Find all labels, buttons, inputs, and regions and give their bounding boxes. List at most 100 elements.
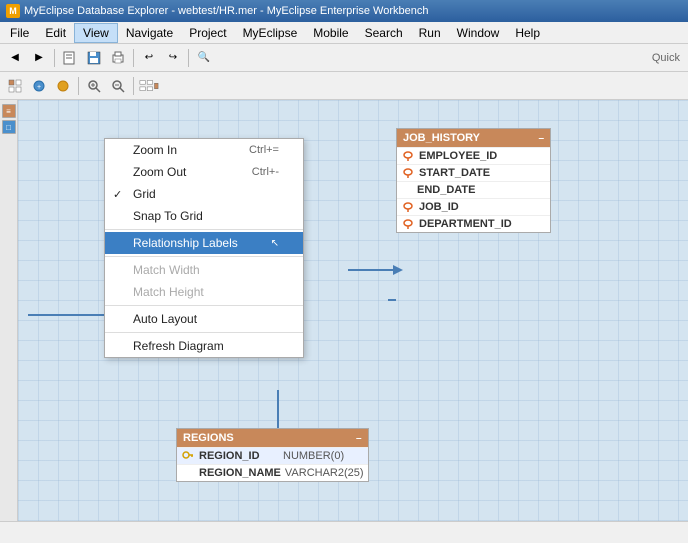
status-bar xyxy=(0,521,688,543)
canvas-area[interactable]: – ⚷ CHAR2(10) ⚷ CHAR2(35) ER(6) ER(6) JO xyxy=(18,100,688,521)
zoom-in-shortcut: Ctrl+= xyxy=(249,144,279,156)
table-job-history-header: JOB_HISTORY – xyxy=(397,129,550,147)
refresh-diagram-label: Refresh Diagram xyxy=(133,339,224,353)
menu-snap-to-grid[interactable]: Snap To Grid xyxy=(105,205,303,227)
toolbar-forward-btn[interactable]: ▶ xyxy=(28,47,50,69)
svg-text:+: + xyxy=(37,84,41,91)
menu-run[interactable]: Run xyxy=(411,24,449,42)
left-sidebar: ≡ □ xyxy=(0,100,18,521)
menu-myeclipse[interactable]: MyEclipse xyxy=(235,24,306,42)
menu-sep-2 xyxy=(105,256,303,257)
table-regions-name: REGIONS xyxy=(183,432,234,444)
menu-sep-3 xyxy=(105,305,303,306)
app-icon: M xyxy=(6,4,20,18)
menu-file[interactable]: File xyxy=(2,24,37,42)
jh-icon-end xyxy=(401,184,413,196)
jh-icon-dept xyxy=(401,218,415,230)
title-text: MyEclipse Database Explorer - webtest/HR… xyxy=(24,5,429,17)
menu-zoom-out[interactable]: Zoom Out Ctrl+- xyxy=(105,161,303,183)
toolbar2-btn2[interactable]: + xyxy=(28,75,50,97)
menu-help[interactable]: Help xyxy=(507,24,548,42)
toolbar-sep-1 xyxy=(54,49,55,67)
jh-row-employee-id: EMPLOYEE_ID xyxy=(397,147,550,164)
regions-key-icon xyxy=(181,450,195,462)
regions-icon-name xyxy=(181,467,195,479)
toolbar2-layout-btn[interactable] xyxy=(138,75,160,97)
toolbar2-sep-1 xyxy=(78,77,79,95)
menu-sep-1 xyxy=(105,229,303,230)
jh-icon-start xyxy=(401,167,415,179)
title-bar: M MyEclipse Database Explorer - webtest/… xyxy=(0,0,688,22)
toolbar-back-btn[interactable]: ◀ xyxy=(4,47,26,69)
menu-auto-layout[interactable]: Auto Layout xyxy=(105,308,303,330)
main-area: ≡ □ – xyxy=(0,100,688,521)
menu-mobile[interactable]: Mobile xyxy=(305,24,356,42)
jh-row-end-date: END_DATE xyxy=(397,181,550,198)
regions-col-id: REGION_ID xyxy=(199,450,279,462)
relationship-labels-cursor: ↖ xyxy=(271,238,279,249)
table-job-history-name: JOB_HISTORY xyxy=(403,132,480,144)
jh-col-job-id: JOB_ID xyxy=(419,201,499,213)
jh-row-dept-id: DEPARTMENT_ID xyxy=(397,215,550,232)
jh-col-start-date: START_DATE xyxy=(419,167,499,179)
auto-layout-label: Auto Layout xyxy=(133,312,197,326)
menu-navigate[interactable]: Navigate xyxy=(118,24,181,42)
toolbar-sep-2 xyxy=(133,49,134,67)
menu-match-height: Match Height xyxy=(105,281,303,303)
menu-zoom-in[interactable]: Zoom In Ctrl+= xyxy=(105,139,303,161)
match-width-label: Match Width xyxy=(133,263,200,277)
toolbar-new-btn[interactable] xyxy=(59,47,81,69)
menu-match-width: Match Width xyxy=(105,259,303,281)
jh-icon-job xyxy=(401,201,415,213)
toolbar2-zoom-in[interactable] xyxy=(83,75,105,97)
toolbar-search-btn[interactable]: 🔍 xyxy=(193,47,215,69)
zoom-out-shortcut: Ctrl+- xyxy=(252,166,279,178)
regions-col-name: REGION_NAME xyxy=(199,467,281,479)
jh-col-end-date: END_DATE xyxy=(417,184,497,196)
toolbar2-sep-2 xyxy=(133,77,134,95)
menu-search[interactable]: Search xyxy=(357,24,411,42)
menu-project[interactable]: Project xyxy=(181,24,234,42)
toolbar-redo-btn[interactable]: ↪ xyxy=(162,47,184,69)
view-dropdown-menu[interactable]: Zoom In Ctrl+= Zoom Out Ctrl+- Grid Snap… xyxy=(104,138,304,358)
regions-type-name: VARCHAR2(25) xyxy=(285,467,364,479)
toolbar2-zoom-out[interactable] xyxy=(107,75,129,97)
menu-relationship-labels[interactable]: Relationship Labels ↖ xyxy=(105,232,303,254)
menu-refresh-diagram[interactable]: Refresh Diagram xyxy=(105,335,303,357)
menu-window[interactable]: Window xyxy=(449,24,508,42)
jh-icon-employee xyxy=(401,150,415,162)
zoom-out-label: Zoom Out xyxy=(133,165,186,179)
menu-bar: File Edit View Navigate Project MyEclips… xyxy=(0,22,688,44)
table-job-history-minimize[interactable]: – xyxy=(538,133,544,144)
sidebar-icon-2: □ xyxy=(2,120,16,134)
grid-label: Grid xyxy=(133,187,156,201)
menu-view[interactable]: View xyxy=(74,23,118,43)
relationship-labels-label: Relationship Labels xyxy=(133,236,238,250)
toolbar-1: ◀ ▶ ↩ ↪ 🔍 Quick xyxy=(0,44,688,72)
table-regions-header: REGIONS – xyxy=(177,429,368,447)
match-height-label: Match Height xyxy=(133,285,204,299)
jh-col-employee-id: EMPLOYEE_ID xyxy=(419,150,499,162)
table-regions-minimize[interactable]: – xyxy=(356,433,362,444)
sidebar-icon-1: ≡ xyxy=(2,104,16,118)
toolbar-sep-3 xyxy=(188,49,189,67)
toolbar2-btn1[interactable] xyxy=(4,75,26,97)
jh-row-job-id: JOB_ID xyxy=(397,198,550,215)
zoom-in-label: Zoom In xyxy=(133,143,177,157)
toolbar-print-btn[interactable] xyxy=(107,47,129,69)
table-regions[interactable]: REGIONS – REGION_ID NUMBER(0) REGION_NAM… xyxy=(176,428,369,482)
regions-row-name: REGION_NAME VARCHAR2(25) xyxy=(177,464,368,481)
menu-edit[interactable]: Edit xyxy=(37,24,74,42)
table-job-history[interactable]: JOB_HISTORY – EMPLOYEE_ID START_DATE END… xyxy=(396,128,551,233)
jh-col-dept-id: DEPARTMENT_ID xyxy=(419,218,512,230)
jh-row-start-date: START_DATE xyxy=(397,164,550,181)
regions-row-id: REGION_ID NUMBER(0) xyxy=(177,447,368,464)
toolbar-undo-btn[interactable]: ↩ xyxy=(138,47,160,69)
menu-grid[interactable]: Grid xyxy=(105,183,303,205)
toolbar2-btn3[interactable] xyxy=(52,75,74,97)
snap-to-grid-label: Snap To Grid xyxy=(133,209,203,223)
quick-access-label: Quick xyxy=(652,52,680,64)
toolbar-2: + xyxy=(0,72,688,100)
regions-type-id: NUMBER(0) xyxy=(283,450,344,462)
toolbar-save-btn[interactable] xyxy=(83,47,105,69)
